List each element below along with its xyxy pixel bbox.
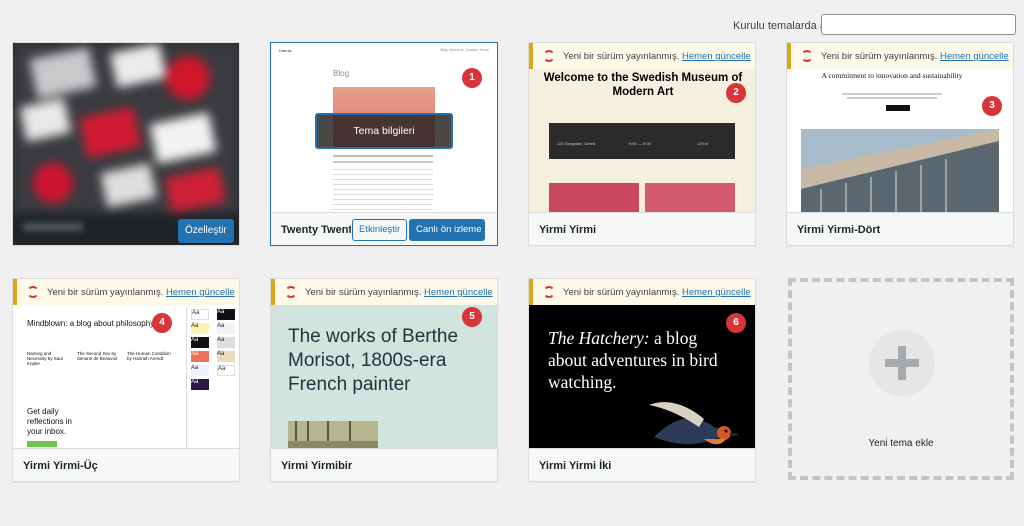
artwork-left xyxy=(549,183,639,212)
active-theme-card[interactable]: Özelleştir xyxy=(12,42,240,246)
theme-card-yirmi-yirmibir[interactable]: The works of Berthe Morisot, 1800s-era F… xyxy=(270,278,498,482)
live-preview-button[interactable]: Canlı ön izleme xyxy=(409,219,485,241)
theme-card-yirmi-yirmi-dort[interactable]: A commitment to innovation and sustainab… xyxy=(786,42,1014,246)
theme-name: Yirmi Yirmi xyxy=(539,224,597,236)
theme-screenshot xyxy=(13,43,239,245)
update-notice-text: Yeni bir sürüm yayınlanmış. xyxy=(563,51,680,62)
search-input[interactable] xyxy=(821,14,1016,35)
step-badge: 6 xyxy=(726,313,746,333)
step-badge: 1 xyxy=(462,68,482,88)
blog-title: Mindblown: a blog about philosophy. xyxy=(27,319,156,328)
painting-image xyxy=(288,421,378,448)
add-new-theme-label: Yeni tema ekle xyxy=(868,438,934,449)
body-text-lines xyxy=(333,155,433,212)
add-new-theme-card[interactable]: Yeni tema ekle xyxy=(788,278,1014,480)
blurred-preview xyxy=(13,43,239,245)
theme-name-bar: Yirmi Yirmi-Dört xyxy=(787,212,1013,245)
update-now-link[interactable]: Hemen güncelle xyxy=(424,287,493,298)
site-title: Dannis xyxy=(279,48,292,53)
update-notice: Yeni bir sürüm yayınlanmış. Hemen güncel… xyxy=(787,43,1013,69)
update-now-link[interactable]: Hemen güncelle xyxy=(166,287,235,298)
update-now-link[interactable]: Hemen güncelle xyxy=(940,51,1009,62)
update-icon xyxy=(543,50,555,62)
hero-title: A commitment to innovation and sustainab… xyxy=(821,71,963,80)
step-badge: 4 xyxy=(152,313,172,333)
step-badge: 5 xyxy=(462,307,482,327)
bird-illustration xyxy=(649,402,740,445)
hero-subtext xyxy=(842,93,942,95)
theme-card-yirmi-yirmi-iki[interactable]: The Hatchery: a blog about adventures in… xyxy=(528,278,756,482)
step-badge: 2 xyxy=(726,83,746,103)
update-notice: Yeni bir sürüm yayınlanmış. Hemen güncel… xyxy=(529,279,755,305)
info-band: 123 Storgatan, Umeå 9:00 — 5:00 129 kr xyxy=(549,123,735,159)
style-swatches: Aa Aa Aa Aa Aa Aa Aa Aa Aa Aa Aa xyxy=(191,309,239,390)
update-now-link[interactable]: Hemen güncelle xyxy=(682,287,751,298)
theme-name-bar: Yirmi Yirmi xyxy=(529,212,755,245)
theme-name: Yirmi Yirmi-Üç xyxy=(23,460,98,472)
building-photo xyxy=(801,129,999,212)
blurred-theme-name xyxy=(23,223,83,231)
theme-card-yirmi-yirmi[interactable]: Welcome to the Swedish Museum of Modern … xyxy=(528,42,756,246)
update-notice-text: Yeni bir sürüm yayınlanmış. xyxy=(305,287,422,298)
step-badge: 3 xyxy=(982,96,1002,116)
hero-title: The Hatchery: a blog about adventures in… xyxy=(548,328,718,392)
cta-button xyxy=(27,441,57,447)
hero-title: The works of Berthe Morisot, 1800s-era F… xyxy=(288,326,459,395)
theme-name: Yirmi Yirmibir xyxy=(281,460,353,472)
theme-name: Yirmi Yirmi İki xyxy=(539,460,612,472)
artwork-right xyxy=(645,183,735,212)
update-notice-text: Yeni bir sürüm yayınlanmış. xyxy=(563,287,680,298)
update-icon xyxy=(27,286,39,298)
theme-card-twenty-twenty[interactable]: Dannis Blog About Us Contact Home Blog T… xyxy=(270,42,498,246)
blog-heading: Blog xyxy=(333,69,350,78)
activate-button[interactable]: Etkinleştir xyxy=(352,219,408,241)
plus-icon xyxy=(869,330,935,396)
update-notice-text: Yeni bir sürüm yayınlanmış. xyxy=(47,287,164,298)
theme-screenshot: Dannis Blog About Us Contact Home Blog T… xyxy=(271,43,497,212)
update-now-link[interactable]: Hemen güncelle xyxy=(682,51,751,62)
customize-button[interactable]: Özelleştir xyxy=(178,219,234,243)
theme-name: Twenty Twenty xyxy=(281,224,351,236)
theme-card-yirmi-yirmi-uc[interactable]: Mindblown: a blog about philosophy. Nami… xyxy=(12,278,240,482)
update-icon xyxy=(543,286,555,298)
update-notice: Yeni bir sürüm yayınlanmış. Hemen güncel… xyxy=(529,43,755,69)
theme-name: Yirmi Yirmi-Dört xyxy=(797,224,881,236)
update-notice-text: Yeni bir sürüm yayınlanmış. xyxy=(821,51,938,62)
update-icon xyxy=(285,286,297,298)
theme-name-bar: Yirmi Yirmi-Üç xyxy=(13,448,239,481)
theme-name-bar: Yirmi Yirmibir xyxy=(271,448,497,481)
site-nav: Blog About Us Contact Home xyxy=(440,48,490,52)
sidebar-divider xyxy=(186,307,187,448)
newsletter-cta: Get daily reflections in your inbox. xyxy=(27,407,72,436)
hero-subtext-2 xyxy=(847,97,937,99)
theme-name-bar: Yirmi Yirmi İki xyxy=(529,448,755,481)
update-notice: Yeni bir sürüm yayınlanmış. Hemen güncel… xyxy=(13,279,239,305)
hero-button xyxy=(886,105,910,111)
theme-details-label: Tema bilgileri xyxy=(353,125,415,137)
update-notice: Yeni bir sürüm yayınlanmış. Hemen güncel… xyxy=(271,279,497,305)
update-icon xyxy=(801,50,813,62)
theme-details-overlay[interactable]: Tema bilgileri xyxy=(315,113,453,149)
hero-title: Welcome to the Swedish Museum of Modern … xyxy=(543,72,743,98)
